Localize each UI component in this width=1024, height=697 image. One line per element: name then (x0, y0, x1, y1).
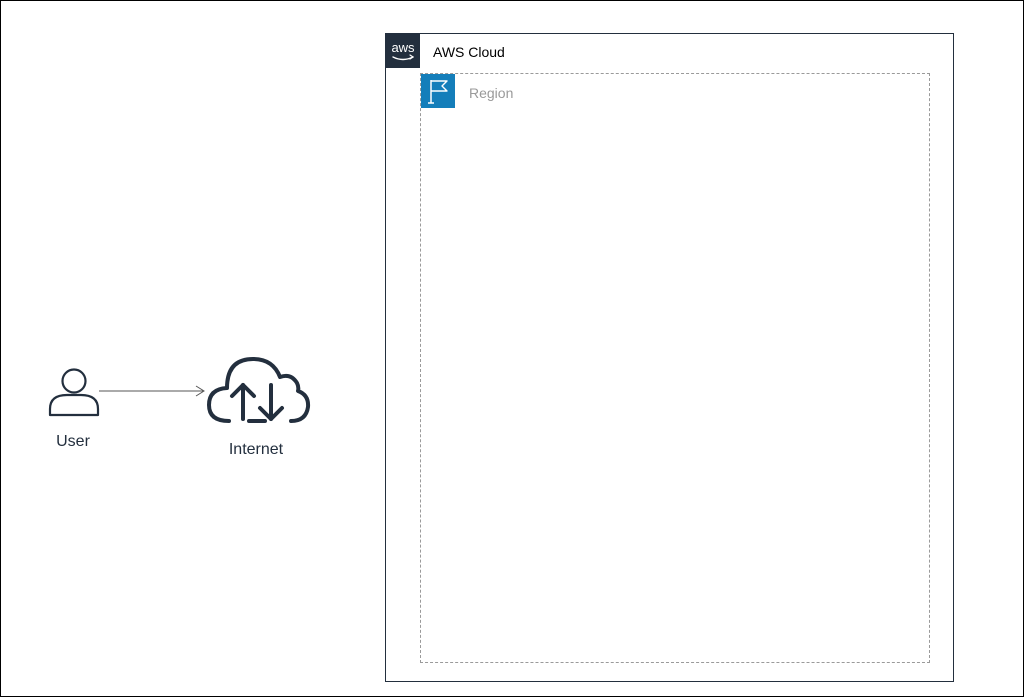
diagram-canvas: User Internet aws AWS Cloud Region (0, 0, 1024, 697)
aws-logo-icon: aws (386, 34, 420, 68)
flag-icon (421, 74, 455, 108)
user-to-internet-arrow[interactable] (99, 383, 207, 399)
user-icon[interactable] (47, 367, 101, 417)
aws-cloud-label: AWS Cloud (433, 44, 505, 60)
aws-cloud-group[interactable]: aws AWS Cloud Region (385, 33, 954, 682)
svg-text:aws: aws (391, 40, 415, 55)
internet-label: Internet (228, 441, 284, 458)
user-label: User (56, 433, 90, 450)
cloud-upload-download-icon[interactable] (205, 355, 311, 425)
region-group[interactable]: Region (420, 73, 930, 663)
region-label: Region (469, 85, 514, 101)
